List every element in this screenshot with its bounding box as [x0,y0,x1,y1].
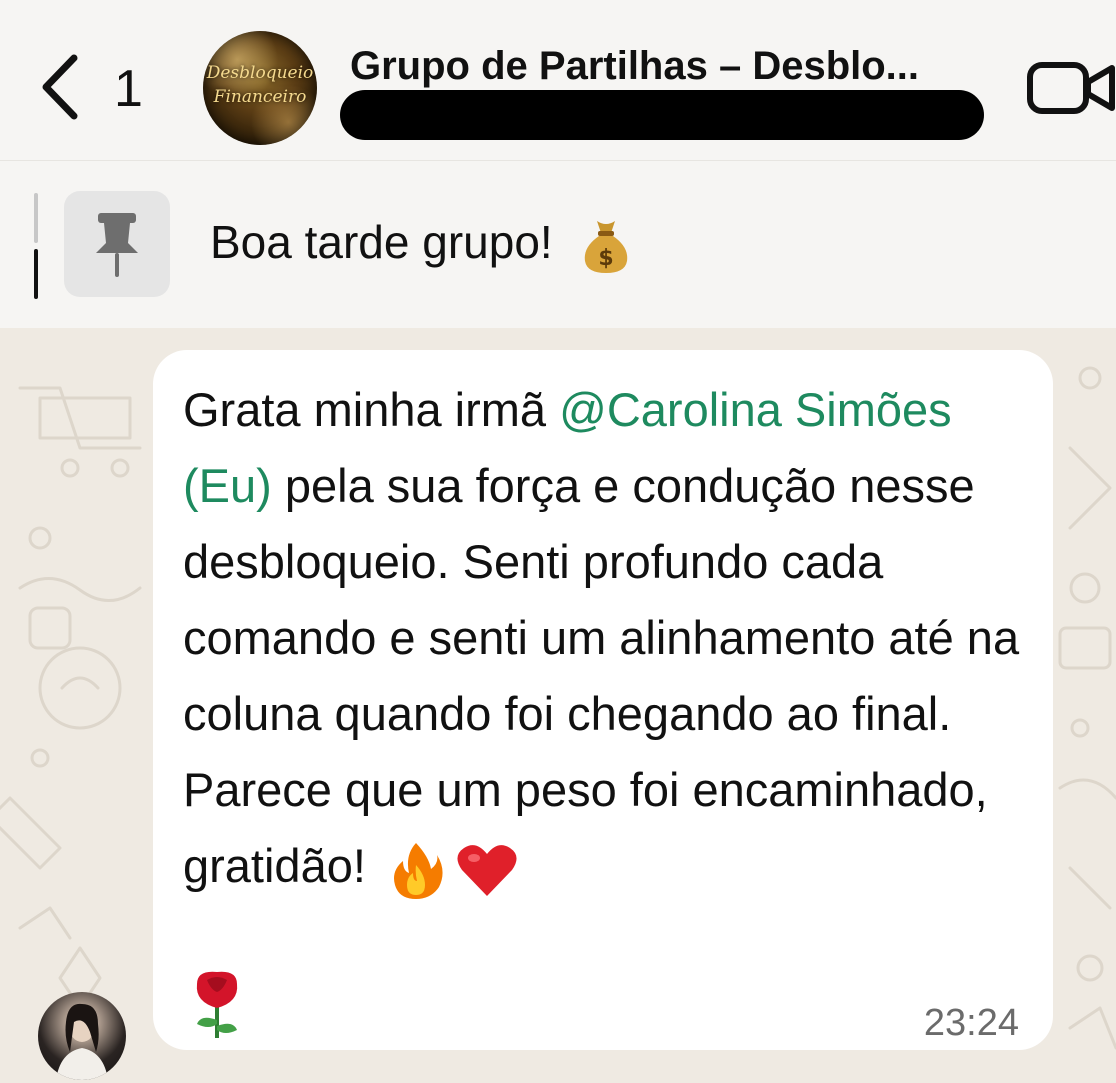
fire-emoji [393,842,443,899]
sender-avatar-image [56,1003,108,1080]
back-button[interactable] [36,52,86,122]
group-title[interactable]: Grupo de Partilhas – Desblo... [350,44,990,89]
video-call-button[interactable] [1026,60,1116,116]
heart-emoji [457,844,517,896]
message-bubble[interactable]: Grata minha irmã @Carolina Simões (Eu) p… [153,350,1053,1050]
chevron-left-icon [42,54,78,120]
pin-icon [96,213,138,277]
message-time: 23:24 [923,1002,1019,1044]
rose-emoji [196,971,238,1038]
unread-count[interactable]: 1 [114,54,143,124]
group-avatar[interactable]: Desbloqueio Financeiro [203,31,317,145]
money-bag-emoji: $ [585,220,628,273]
message-text-after: pela sua força e condução nesse desbloqu… [183,459,1020,892]
svg-text:$: $ [599,246,614,271]
chat-header: 1 Desbloqueio Financeiro Grupo de Partil… [0,0,1116,160]
pin-indicator-active [34,249,38,299]
message-text-before: Grata minha irmã [183,383,560,436]
redacted-members-list [340,90,984,140]
video-call-icon [1027,62,1115,114]
chat-area[interactable]: Grata minha irmã @Carolina Simões (Eu) p… [0,328,1116,1083]
sender-avatar[interactable] [38,992,126,1080]
group-logo-line2: Financeiro [213,87,307,107]
pin-icon-box [64,191,170,297]
pin-indicator-inactive [34,193,38,243]
pinned-message-text: Boa tarde grupo! $ [210,215,633,275]
pinned-text: Boa tarde grupo! [210,216,553,268]
message-text: Grata minha irmã @Carolina Simões (Eu) p… [183,372,1043,904]
pinned-message-bar[interactable]: Boa tarde grupo! $ [0,160,1116,329]
group-logo-line1: Desbloqueio [206,63,314,83]
